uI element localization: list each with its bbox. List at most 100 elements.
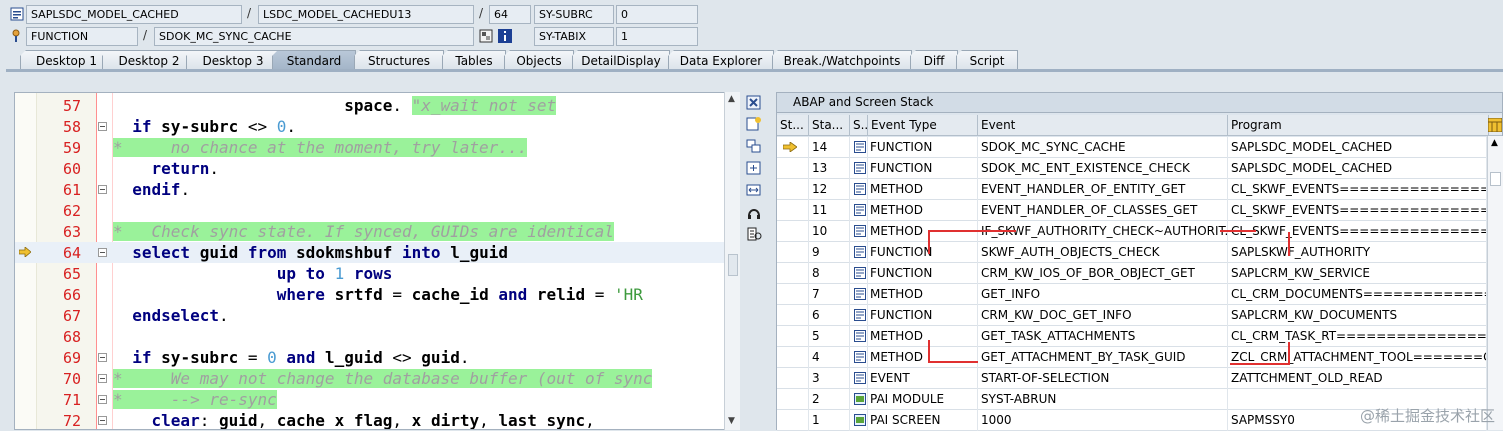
code-line[interactable]: 71 * --> re-sync — [15, 389, 725, 410]
tab-detaildisplay[interactable]: DetailDisplay — [572, 50, 670, 70]
name-field[interactable]: SDOK_MC_SYNC_CACHE — [154, 27, 474, 46]
tab-objects[interactable]: Objects — [504, 50, 574, 70]
scroll-thumb[interactable] — [1490, 172, 1501, 186]
tab-standard[interactable]: Standard — [272, 50, 356, 70]
code-line[interactable]: 58 if sy-subrc <> 0. — [15, 116, 725, 137]
stack-cell-event: SDOK_MC_ENT_EXISTENCE_CHECK — [978, 158, 1228, 179]
settings-tool-icon[interactable] — [745, 226, 763, 242]
code-line[interactable]: 59 * no chance at the moment, try later..… — [15, 137, 725, 158]
scroll-up-icon[interactable]: ▲ — [1491, 138, 1498, 148]
code-line[interactable]: 66 where srtfd = cache_id and relid = 'H… — [15, 284, 725, 305]
new-tool-icon[interactable] — [745, 116, 763, 132]
line-number: 57 — [62, 97, 81, 115]
code-line[interactable]: 65 up to 1 rows — [15, 263, 725, 284]
tab-desktop-2[interactable]: Desktop 2 — [102, 50, 196, 70]
stack-cell-event-type: PAI MODULE — [868, 389, 978, 410]
table-settings-icon[interactable] — [1488, 118, 1502, 132]
code-line[interactable]: 64 select guid from sdokmshbuf into l_gu… — [15, 242, 725, 263]
stack-row[interactable]: 9 FUNCTION SKWF_AUTH_OBJECTS_CHECK SAPLSKWF… — [777, 242, 1487, 263]
stack-cell-level: 11 — [809, 200, 850, 221]
stack-row[interactable]: 8 FUNCTION CRM_KW_IOS_OF_BOR_OBJECT_GET SAP… — [777, 263, 1487, 284]
table-vertical-scrollbar[interactable]: ▲ — [1487, 136, 1503, 430]
tab-tables[interactable]: Tables — [442, 50, 506, 70]
column-header-stack-level[interactable]: Sta... — [809, 115, 850, 136]
tab-structures[interactable]: Structures — [354, 50, 444, 70]
tab-underline — [6, 69, 1503, 72]
stack-cell-event: CRM_KW_IOS_OF_BOR_OBJECT_GET — [978, 263, 1228, 284]
code-line[interactable]: 67 endselect. — [15, 305, 725, 326]
code-line[interactable]: 68 — [15, 326, 725, 347]
code-line[interactable]: 60 return. — [15, 158, 725, 179]
stack-cell-status — [777, 284, 809, 305]
navigate-icon[interactable] — [479, 29, 493, 43]
code-block-icon — [854, 183, 866, 195]
close-tool-icon[interactable] — [745, 95, 763, 111]
scroll-up-icon[interactable]: ▲ — [728, 94, 738, 104]
editor-vertical-scrollbar[interactable]: ▲ ▼ — [724, 92, 740, 430]
stack-row[interactable]: 11 METHOD EVENT_HANDLER_OF_CLASSES_GET CL_S… — [777, 200, 1487, 221]
stack-row[interactable]: 4 METHOD GET_ATTACHMENT_BY_TASK_GUID ZCL_CR… — [777, 347, 1487, 368]
code-text: * no chance at the moment, try later... — [113, 138, 528, 157]
abap-screen-stack-panel: ABAP and Screen Stack St... Sta... S... … — [776, 92, 1503, 431]
maximize-tool-icon[interactable] — [745, 160, 763, 176]
tab-script[interactable]: Script — [956, 50, 1018, 70]
stack-cell-program: CL_SKWF_EVENTS================C — [1228, 221, 1487, 242]
fold-toggle-icon[interactable] — [98, 374, 107, 383]
code-line[interactable]: 57 space. "x_wait not set — [15, 95, 725, 116]
stack-cell-event-type: EVENT — [868, 368, 978, 389]
annotation-line — [928, 230, 1016, 232]
tab-diff[interactable]: Diff — [910, 50, 958, 70]
column-header-program[interactable]: Program — [1228, 115, 1489, 136]
annotation-line — [1230, 363, 1290, 365]
column-header-s[interactable]: S... — [850, 115, 868, 136]
code-line[interactable]: 61 endif. — [15, 179, 725, 200]
fold-toggle-icon[interactable] — [98, 122, 107, 131]
stack-row[interactable]: 10 METHOD IF_SKWF_AUTHORITY_CHECK~AUTHORIT… — [777, 221, 1487, 242]
scroll-thumb[interactable] — [728, 254, 738, 276]
program-field[interactable]: SAPLSDC_MODEL_CACHED — [26, 5, 242, 24]
sysvar1-value-field[interactable]: 0 — [616, 5, 698, 24]
line-number: 71 — [62, 391, 81, 409]
resize-tool-icon[interactable] — [745, 182, 763, 198]
stack-row[interactable]: 6 FUNCTION CRM_KW_DOC_GET_INFO SAPLCRM_KW_D… — [777, 305, 1487, 326]
stack-cell-event: GET_ATTACHMENT_BY_TASK_GUID — [978, 347, 1228, 368]
sysvar1-name-field[interactable]: SY-SUBRC — [534, 5, 614, 24]
code-line[interactable]: 63 * Check sync state. If synced, GUIDs a… — [15, 221, 725, 242]
fold-toggle-icon[interactable] — [98, 353, 107, 362]
stack-row[interactable]: 14 FUNCTION SDOK_MC_SYNC_CACHE SAPLSDC_MODE… — [777, 137, 1487, 158]
stack-cell-level: 10 — [809, 221, 850, 242]
info-icon[interactable] — [498, 29, 512, 43]
type-field[interactable]: FUNCTION — [26, 27, 138, 46]
column-header-event-type[interactable]: Event Type — [868, 115, 978, 136]
tab-desktop-3[interactable]: Desktop 3 — [186, 50, 280, 70]
include-field[interactable]: LSDC_MODEL_CACHEDU13 — [258, 5, 474, 24]
scroll-down-icon[interactable]: ▼ — [728, 416, 738, 426]
fold-toggle-icon[interactable] — [98, 416, 107, 425]
code-line[interactable]: 69 if sy-subrc = 0 and l_guid <> guid. — [15, 347, 725, 368]
source-code-editor[interactable]: 57 space. "x_wait not set 58 if sy-subrc … — [14, 92, 740, 430]
swap-tool-icon[interactable] — [745, 138, 763, 154]
tab-break-watchpoints[interactable]: Break./Watchpoints — [772, 50, 912, 70]
fold-toggle-icon[interactable] — [98, 185, 107, 194]
services-tool-icon[interactable] — [745, 204, 763, 220]
code-line[interactable]: 72 clear: guid, cache x flag, x dirty, l… — [15, 410, 725, 429]
stack-row[interactable]: 3 EVENT START-OF-SELECTION ZATTCHMENT_OLD_R… — [777, 368, 1487, 389]
tab-data-explorer[interactable]: Data Explorer — [668, 50, 774, 70]
line-number: 70 — [62, 370, 81, 388]
fold-toggle-icon[interactable] — [98, 248, 107, 257]
stack-row[interactable]: 5 METHOD GET_TASK_ATTACHMENTS CL_CRM_TASK_R… — [777, 326, 1487, 347]
tab-desktop-1[interactable]: Desktop 1 — [20, 50, 113, 70]
stack-row[interactable]: 12 METHOD EVENT_HANDLER_OF_ENTITY_GET CL_SK… — [777, 179, 1487, 200]
sysvar2-value-field[interactable]: 1 — [616, 27, 698, 46]
code-line[interactable]: 70 * We may not change the database buffe… — [15, 368, 725, 389]
column-header-event[interactable]: Event — [978, 115, 1228, 136]
current-frame-arrow-icon — [783, 142, 797, 152]
column-header-st[interactable]: St... — [777, 115, 809, 136]
line-field[interactable]: 64 — [489, 5, 531, 24]
fold-toggle-icon[interactable] — [98, 395, 107, 404]
current-line-arrow-icon — [19, 247, 31, 257]
stack-row[interactable]: 13 FUNCTION SDOK_MC_ENT_EXISTENCE_CHECK SAP… — [777, 158, 1487, 179]
sysvar2-name-field[interactable]: SY-TABIX — [534, 27, 614, 46]
stack-row[interactable]: 7 METHOD GET_INFO CL_CRM_DOCUMENTS=========… — [777, 284, 1487, 305]
code-line[interactable]: 62 — [15, 200, 725, 221]
